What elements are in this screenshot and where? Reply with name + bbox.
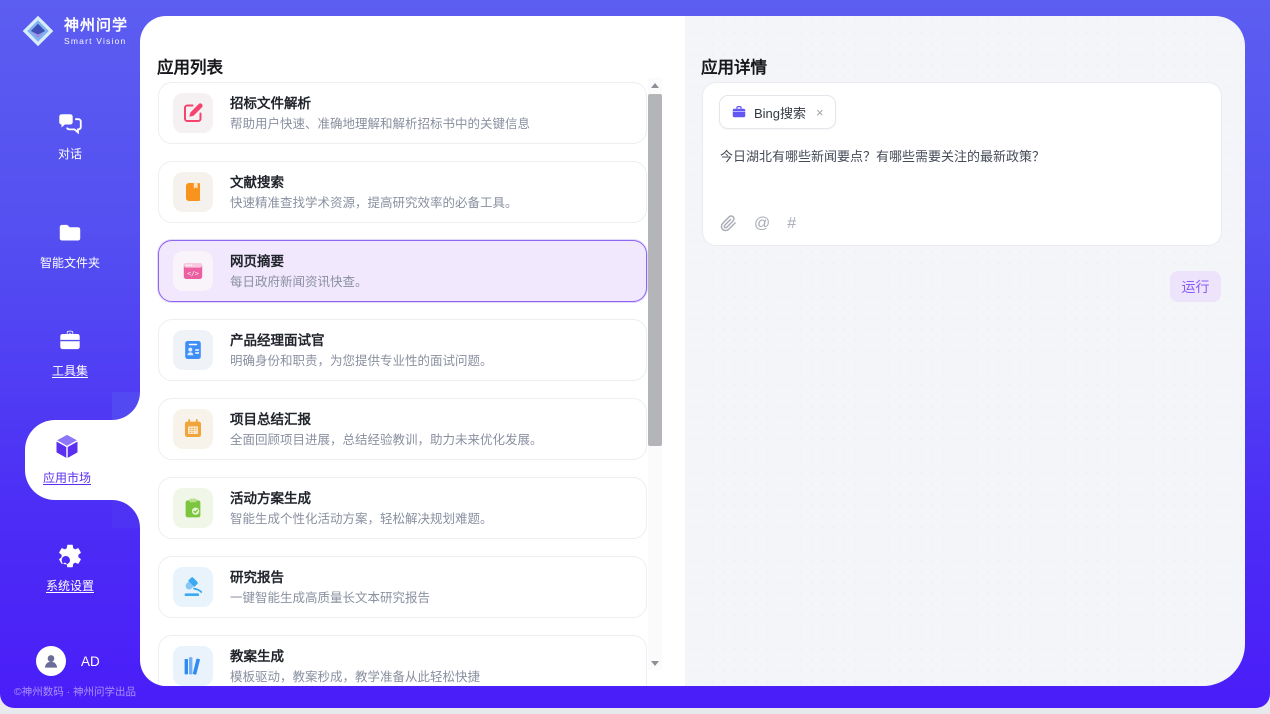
sidebar-item-smart-folder[interactable]: 智能文件夹	[0, 219, 140, 271]
book-icon	[173, 172, 213, 212]
app-desc: 一键智能生成高质量长文本研究报告	[230, 590, 430, 606]
app-card-literature-search[interactable]: 文献搜索 快速精准查找学术资源，提高研究效率的必备工具。	[158, 161, 647, 223]
microscope-icon	[173, 567, 213, 607]
content-area: 应用列表 招标文件解析 帮助用户快速、准确地理解和解析招标书中的关键信息	[140, 16, 1245, 686]
app-card-research-report[interactable]: 研究报告 一键智能生成高质量长文本研究报告	[158, 556, 647, 618]
tab-curve-top	[112, 392, 140, 420]
app-card-web-summary[interactable]: </> 网页摘要 每日政府新闻资讯快查。	[158, 240, 647, 302]
app-card-project-summary[interactable]: 项目总结汇报 全面回顾项目进展，总结经验教训，助力未来优化发展。	[158, 398, 647, 460]
webpage-icon: </>	[173, 251, 213, 291]
app-desc: 全面回顾项目进展，总结经验教训，助力未来优化发展。	[230, 432, 543, 448]
app-card-bid-analysis[interactable]: 招标文件解析 帮助用户快速、准确地理解和解析招标书中的关键信息	[158, 82, 647, 144]
app-desc: 模板驱动，教案秒成，教学准备从此轻松快捷	[230, 669, 480, 685]
svg-text:</>: </>	[187, 269, 199, 277]
triangle-down-icon	[651, 661, 659, 666]
app-desc: 明确身份和职责，为您提供专业性的面试问题。	[230, 353, 493, 369]
sidebar-item-chat[interactable]: 对话	[0, 110, 140, 162]
brand-logo: 神州问学 Smart Vision	[20, 13, 128, 49]
app-list-title: 应用列表	[157, 54, 223, 78]
user-icon	[41, 651, 61, 671]
paperclip-icon[interactable]	[720, 215, 737, 232]
scroll-down-button[interactable]	[648, 656, 662, 670]
brand-name: 神州问学	[64, 17, 128, 34]
scrollbar[interactable]	[648, 78, 662, 670]
app-name: 研究报告	[230, 569, 430, 586]
app-card-lesson-plan[interactable]: 教案生成 模板驱动，教案秒成，教学准备从此轻松快捷	[158, 635, 647, 686]
app-name: 文献搜索	[230, 174, 518, 191]
run-button[interactable]: 运行	[1170, 271, 1221, 302]
app-desc: 帮助用户快速、准确地理解和解析招标书中的关键信息	[230, 116, 530, 132]
user-account[interactable]: AD	[36, 646, 100, 676]
app-card-pm-interviewer[interactable]: 产品经理面试官 明确身份和职责，为您提供专业性的面试问题。	[158, 319, 647, 381]
app-name: 招标文件解析	[230, 95, 530, 112]
scroll-up-button[interactable]	[648, 78, 662, 92]
query-editor[interactable]: Bing搜索 × 今日湖北有哪些新闻要点？有哪些需要关注的最新政策？ @ #	[702, 82, 1222, 246]
query-text[interactable]: 今日湖北有哪些新闻要点？有哪些需要关注的最新政策？	[720, 148, 1203, 166]
books-icon	[173, 646, 213, 686]
app-window: 神州问学 Smart Vision 对话 智能文件夹 工具集	[0, 0, 1270, 708]
chat-icon	[56, 110, 84, 138]
app-name: 产品经理面试官	[230, 332, 493, 349]
app-detail-panel: 应用详情 Bing搜索 × 今日湖北有哪些新闻要点？有哪些需要关注的最新政策？	[685, 16, 1245, 686]
copyright-footer: ©神州数码 · 神州问学出品	[0, 684, 150, 699]
app-detail-title: 应用详情	[701, 54, 767, 78]
sidebar-item-label: 对话	[0, 145, 140, 162]
sidebar-item-label: 工具集	[0, 362, 140, 379]
briefcase-icon	[731, 104, 747, 120]
sidebar-item-label: 智能文件夹	[0, 254, 140, 271]
sidebar-item-label: 系统设置	[0, 577, 140, 594]
app-card-event-plan[interactable]: 活动方案生成 智能生成个性化活动方案，轻松解决规划难题。	[158, 477, 647, 539]
editor-toolbar: @ #	[720, 215, 796, 232]
sidebar-item-toolset[interactable]: 工具集	[0, 327, 140, 379]
brand-subtitle: Smart Vision	[64, 36, 128, 46]
user-name: AD	[81, 654, 100, 669]
app-name: 网页摘要	[230, 253, 368, 270]
note-icon	[173, 409, 213, 449]
close-icon[interactable]: ×	[816, 105, 824, 120]
interview-doc-icon	[173, 330, 213, 370]
tool-chip-bing-search[interactable]: Bing搜索 ×	[719, 95, 836, 129]
hash-icon[interactable]: #	[787, 215, 796, 232]
app-name: 教案生成	[230, 648, 480, 665]
app-desc: 每日政府新闻资讯快查。	[230, 274, 368, 290]
scrollbar-thumb[interactable]	[648, 94, 662, 446]
app-list-panel: 应用列表 招标文件解析 帮助用户快速、准确地理解和解析招标书中的关键信息	[140, 16, 685, 686]
avatar	[36, 646, 66, 676]
app-card-list: 招标文件解析 帮助用户快速、准确地理解和解析招标书中的关键信息 文献搜索 快速精…	[158, 82, 647, 686]
diamond-logo-icon	[20, 13, 56, 49]
gear-icon	[56, 542, 84, 570]
app-name: 项目总结汇报	[230, 411, 543, 428]
tab-curve-bottom	[112, 500, 140, 528]
triangle-up-icon	[651, 83, 659, 88]
cube-icon	[52, 432, 82, 462]
toolbox-icon	[56, 327, 84, 355]
sidebar-item-label: 应用市场	[25, 469, 109, 486]
at-mention-icon[interactable]: @	[754, 215, 770, 232]
clipboard-check-icon	[173, 488, 213, 528]
sidebar-item-app-market[interactable]: 应用市场	[25, 420, 140, 500]
app-desc: 智能生成个性化活动方案，轻松解决规划难题。	[230, 511, 493, 527]
app-name: 活动方案生成	[230, 490, 493, 507]
sidebar-item-settings[interactable]: 系统设置	[0, 542, 140, 594]
folder-icon	[56, 219, 84, 247]
edit-doc-icon	[173, 93, 213, 133]
tool-chip-label: Bing搜索	[754, 103, 806, 122]
app-desc: 快速精准查找学术资源，提高研究效率的必备工具。	[230, 195, 518, 211]
